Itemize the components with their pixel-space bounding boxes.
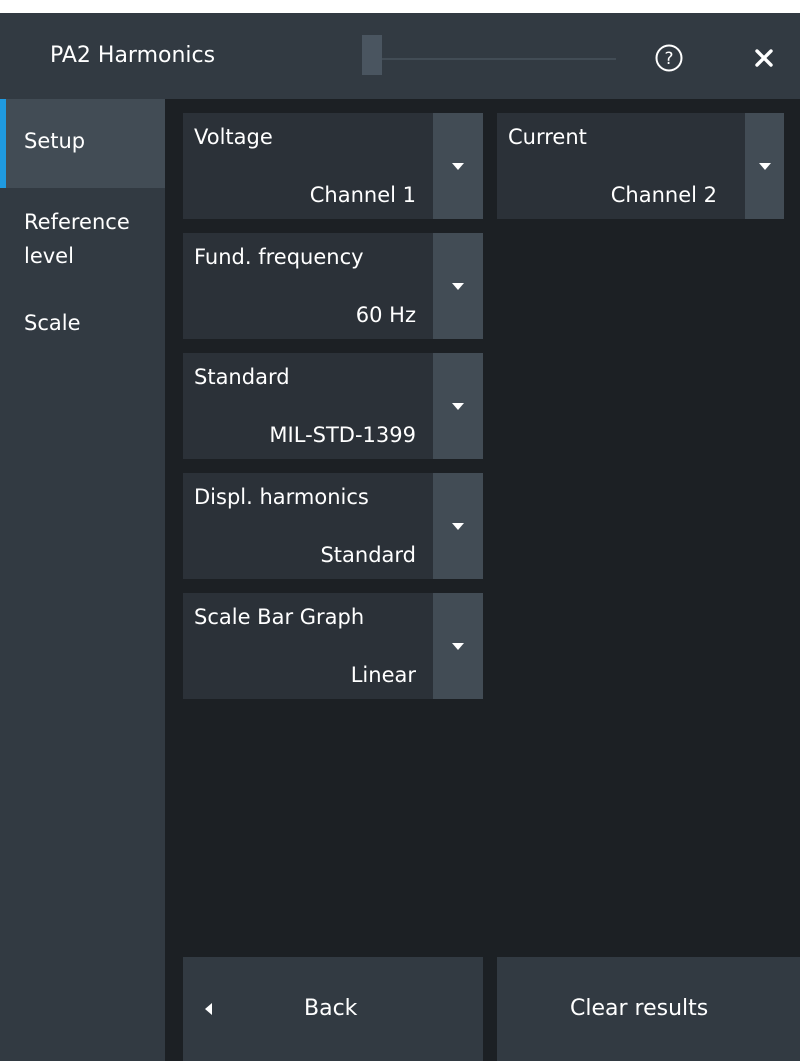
sidebar-divider	[165, 99, 183, 1061]
voltage-field[interactable]: Voltage Channel 1	[183, 113, 483, 219]
close-icon[interactable]	[752, 46, 776, 70]
standard-dropdown-button[interactable]	[433, 353, 483, 459]
transparency-slider-thumb[interactable]	[362, 35, 382, 75]
clear-results-button[interactable]: Clear results	[497, 957, 800, 1061]
fund-frequency-dropdown-button[interactable]	[433, 233, 483, 339]
dropdown-arrow-icon	[452, 163, 464, 170]
current-value: Channel 2	[610, 183, 717, 207]
standard-label: Standard	[194, 365, 290, 389]
tab-setup-label: Setup	[24, 129, 86, 153]
dropdown-arrow-icon	[452, 403, 464, 410]
displ-harmonics-value: Standard	[320, 543, 416, 567]
svg-text:?: ?	[664, 49, 673, 69]
tab-setup[interactable]: Setup	[0, 99, 165, 188]
current-field[interactable]: Current Channel 2	[497, 113, 784, 219]
tab-scale-label: Scale	[24, 311, 81, 335]
scale-bar-graph-dropdown-button[interactable]	[433, 593, 483, 699]
transparency-slider-track[interactable]	[366, 58, 616, 60]
fund-frequency-value: 60 Hz	[355, 303, 416, 327]
voltage-value: Channel 1	[309, 183, 416, 207]
fund-frequency-label: Fund. frequency	[194, 245, 364, 269]
current-dropdown-button[interactable]	[745, 113, 784, 219]
back-button[interactable]: Back	[183, 957, 483, 1061]
help-icon[interactable]: ?	[654, 43, 684, 73]
dialog-title: PA2 Harmonics	[50, 43, 216, 68]
voltage-label: Voltage	[194, 125, 273, 149]
scale-bar-graph-field[interactable]: Scale Bar Graph Linear	[183, 593, 483, 699]
harmonics-dialog: PA2 Harmonics ? Setup Reference level Sc…	[0, 13, 800, 1061]
displ-harmonics-dropdown-button[interactable]	[433, 473, 483, 579]
scale-bar-graph-label: Scale Bar Graph	[194, 605, 365, 629]
standard-field[interactable]: Standard MIL-STD-1399	[183, 353, 483, 459]
fund-frequency-field[interactable]: Fund. frequency 60 Hz	[183, 233, 483, 339]
dropdown-arrow-icon	[452, 643, 464, 650]
dropdown-arrow-icon	[452, 283, 464, 290]
standard-value: MIL-STD-1399	[269, 423, 416, 447]
sidebar: Setup Reference level Scale	[0, 99, 165, 1061]
scale-bar-graph-value: Linear	[350, 663, 416, 687]
chevron-left-icon	[205, 1003, 212, 1015]
displ-harmonics-field[interactable]: Displ. harmonics Standard	[183, 473, 483, 579]
clear-results-label: Clear results	[570, 996, 709, 1021]
active-tab-indicator	[0, 99, 6, 188]
displ-harmonics-label: Displ. harmonics	[194, 485, 369, 509]
dialog-titlebar: PA2 Harmonics ?	[0, 13, 800, 99]
dropdown-arrow-icon	[759, 163, 771, 170]
current-label: Current	[508, 125, 587, 149]
dropdown-arrow-icon	[452, 523, 464, 530]
back-button-label: Back	[304, 996, 358, 1021]
voltage-dropdown-button[interactable]	[433, 113, 483, 219]
